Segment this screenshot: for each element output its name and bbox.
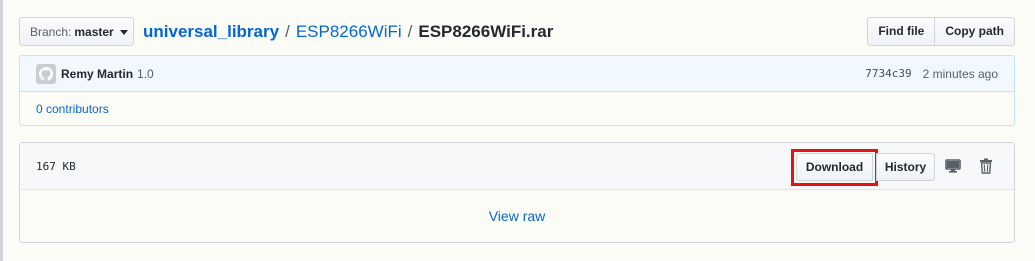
contributors-link[interactable]: 0 contributors — [36, 102, 109, 116]
contributors-row: 0 contributors — [20, 92, 1014, 125]
file-nav-buttons: Find file Copy path — [867, 17, 1015, 46]
history-button[interactable]: History — [876, 153, 935, 181]
github-octocat-icon[interactable] — [36, 63, 56, 84]
branch-label: Branch: — [30, 24, 72, 39]
commit-header: Remy Martin 1.0 7734c39 2 minutes ago — [20, 56, 1014, 92]
commit-sha[interactable]: 7734c39 — [865, 67, 911, 80]
breadcrumb-separator: / — [407, 22, 413, 41]
commit-time: 2 minutes ago — [922, 66, 998, 81]
desktop-icon[interactable] — [944, 157, 962, 175]
view-raw-row: View raw — [20, 190, 1014, 242]
commit-tease: Remy Martin 1.0 7734c39 2 minutes ago 0 … — [19, 55, 1015, 126]
caret-down-icon — [119, 30, 128, 35]
commit-author[interactable]: Remy Martin — [61, 67, 133, 81]
file-size: 167 KB — [36, 159, 76, 173]
file-panel: 167 KB Download History View raw — [19, 142, 1015, 243]
trash-icon[interactable] — [977, 157, 995, 175]
copy-path-button[interactable]: Copy path — [934, 18, 1014, 45]
breadcrumb-folder-link[interactable]: ESP8266WiFi — [296, 22, 402, 42]
find-file-button[interactable]: Find file — [868, 18, 934, 45]
commit-meta: 7734c39 2 minutes ago — [865, 67, 998, 81]
branch-value: master — [74, 24, 114, 39]
breadcrumb-separator: / — [285, 22, 290, 41]
breadcrumb: universal_library / ESP8266WiFi / ESP826… — [143, 20, 553, 44]
breadcrumb-file-name: ESP8266WiFi.rar — [418, 22, 554, 41]
breadcrumb-repo-link[interactable]: universal_library — [143, 22, 279, 42]
branch-selector[interactable]: Branch: master — [19, 17, 134, 46]
window-left-edge — [0, 0, 3, 261]
commit-message[interactable]: 1.0 — [137, 67, 154, 81]
file-header: 167 KB Download History — [20, 143, 1014, 190]
download-button[interactable]: Download — [796, 153, 873, 181]
view-raw-link[interactable]: View raw — [489, 208, 546, 224]
